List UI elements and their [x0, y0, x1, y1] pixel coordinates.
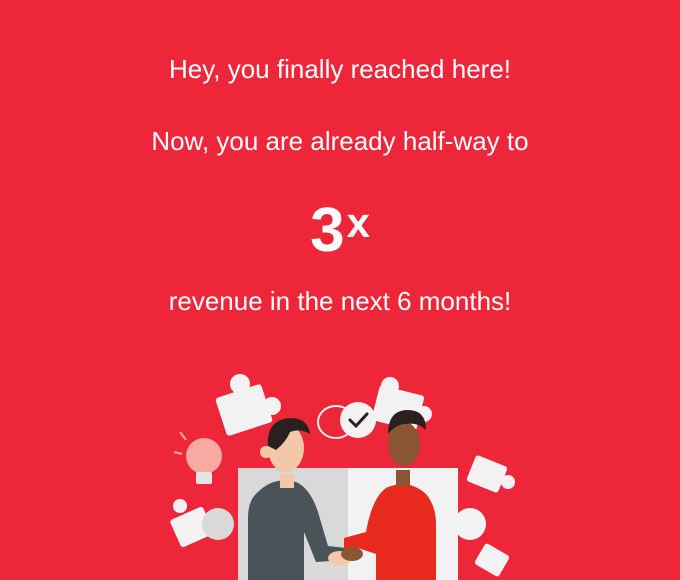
progress-text: Now, you are already half-way to [151, 126, 529, 156]
greeting-text: Hey, you finally reached here! [168, 54, 512, 84]
speech-bubble-check-icon [317, 402, 376, 439]
goal-text: revenue in the next 6 months! [168, 286, 512, 316]
multiplier-number: 3 [310, 196, 345, 265]
multiplier-heading: 3x [0, 188, 680, 266]
puzzle-piece-right [466, 455, 515, 493]
lightbulb-icon [173, 431, 222, 484]
handshake-illustration [170, 374, 515, 580]
multiplier-suffix: x [346, 199, 370, 246]
puzzle-piece-top-left [215, 374, 281, 436]
puzzle-piece-bottom-right [474, 543, 510, 577]
